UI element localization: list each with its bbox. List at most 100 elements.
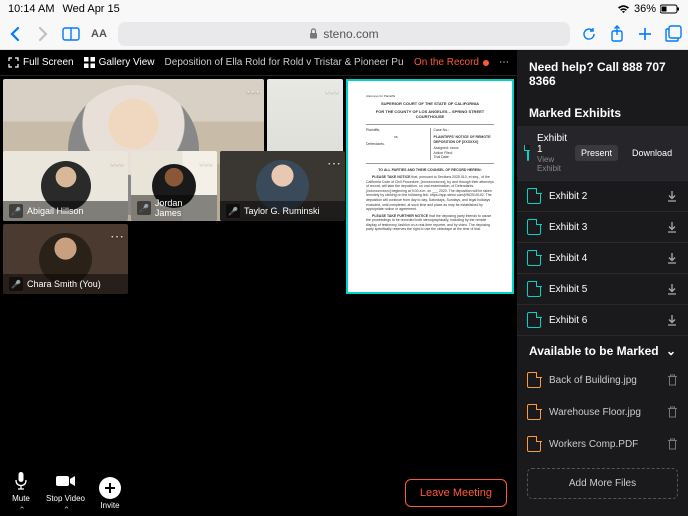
available-header[interactable]: Available to be Marked⌄	[517, 336, 688, 364]
wifi-icon	[617, 4, 630, 14]
mic-icon: 🎤	[226, 204, 240, 218]
fullscreen-button[interactable]: Full Screen	[8, 57, 74, 68]
back-button[interactable]	[6, 25, 24, 43]
exhibits-sidebar: Need help? Call 888 707 8366 Marked Exhi…	[517, 50, 688, 516]
shared-document-tile[interactable]: Attorneys for Plaintiffs SUPERIOR COURT …	[346, 79, 514, 294]
tile-more-button[interactable]: ⋯	[246, 83, 260, 100]
exhibit-name: Exhibit 6	[549, 315, 658, 326]
tile-more-button[interactable]: ⋯	[325, 83, 339, 100]
doc-caption: PLAINTIFFS' NOTICE OF REMOTE DEPOSITION …	[434, 135, 495, 144]
file-name: Workers Comp.PDF	[549, 439, 659, 450]
tile-more-button[interactable]: ⋯	[110, 155, 124, 172]
ipad-status-bar: 10:14 AM Wed Apr 15 36%	[0, 0, 688, 18]
reload-button[interactable]	[580, 25, 598, 43]
download-icon[interactable]	[666, 314, 678, 326]
reader-button[interactable]: AA	[90, 25, 108, 43]
invite-button[interactable]: Invite	[99, 477, 121, 510]
add-more-files-button[interactable]: Add More Files	[527, 468, 678, 499]
exhibit-item[interactable]: Exhibit 4	[517, 243, 688, 274]
mute-button[interactable]: Mute⌃	[10, 470, 32, 516]
exhibit-item[interactable]: Exhibit 5	[517, 274, 688, 305]
status-date: Wed Apr 15	[62, 3, 119, 15]
battery-icon	[660, 4, 680, 14]
file-icon	[527, 404, 541, 420]
file-icon	[527, 281, 541, 297]
trash-icon[interactable]	[667, 406, 678, 418]
stop-video-label: Stop Video	[46, 494, 85, 503]
invite-label: Invite	[100, 501, 119, 510]
download-icon[interactable]	[666, 252, 678, 264]
bookmarks-button[interactable]	[62, 25, 80, 43]
video-conference-main: Full Screen Gallery View Deposition of E…	[0, 50, 517, 516]
tile-more-button[interactable]: ⋯	[327, 155, 341, 172]
new-tab-button[interactable]	[636, 25, 654, 43]
video-tile-self[interactable]: ⋯ 🎤 Chara Smith (You)	[3, 224, 128, 294]
participant-name: Taylor G. Ruminski	[244, 206, 320, 216]
doc-notice: PLEASE TAKE NOTICE	[372, 175, 410, 179]
tile-more-button[interactable]: ⋯	[199, 155, 213, 172]
video-grid: ⋯ Deponent Ella Rold ⋯ Defending A… Dyla…	[0, 76, 517, 470]
video-tile[interactable]: ⋯ 🎤Abigail Hillson	[3, 151, 128, 221]
tile-more-button[interactable]: ⋯	[110, 228, 124, 245]
video-icon	[55, 470, 77, 492]
file-name: Back of Building.jpg	[549, 375, 659, 386]
download-icon[interactable]	[666, 190, 678, 202]
file-icon	[527, 188, 541, 204]
fullscreen-label: Full Screen	[23, 57, 74, 68]
exhibit-sublabel: View Exhibit	[537, 155, 567, 173]
stop-video-button[interactable]: Stop Video⌃	[46, 470, 85, 516]
conference-top-bar: Full Screen Gallery View Deposition of E…	[0, 50, 517, 76]
conference-controls: Mute⌃ Stop Video⌃ Invite Leave Meeting	[0, 470, 517, 516]
lock-icon	[309, 28, 318, 39]
exhibit-item[interactable]: Exhibit 3	[517, 212, 688, 243]
tabs-button[interactable]	[664, 25, 682, 43]
exhibit-item[interactable]: Exhibit 2	[517, 181, 688, 212]
mic-icon: 🎤	[9, 204, 23, 218]
file-icon	[527, 250, 541, 266]
browser-toolbar: AA steno.com	[0, 18, 688, 50]
on-record-indicator: On the Record	[414, 57, 489, 68]
file-item[interactable]: Workers Comp.PDF	[517, 428, 688, 460]
video-tile[interactable]: ⋯ 🎤 Taylor G. Ruminski	[220, 151, 345, 221]
doc-court-line1: SUPERIOR COURT OF THE STATE OF CALIFORNI…	[366, 101, 494, 106]
url-bar[interactable]: steno.com	[118, 22, 570, 46]
exhibit-item[interactable]: Exhibit 1 View Exhibit Present Download	[517, 126, 688, 181]
file-name: Warehouse Floor.jpg	[549, 407, 659, 418]
case-title: Deposition of Ella Rold for Rold v Trist…	[165, 57, 404, 68]
exhibit-name: Exhibit 1	[537, 133, 567, 155]
grid-icon	[84, 57, 95, 68]
gallery-view-button[interactable]: Gallery View	[84, 57, 155, 68]
participant-name: Chara Smith (You)	[27, 279, 101, 289]
marked-exhibits-header: Marked Exhibits	[517, 98, 688, 126]
download-icon[interactable]	[666, 221, 678, 233]
download-icon[interactable]	[666, 283, 678, 295]
share-button[interactable]	[608, 25, 626, 43]
help-text: Need help? Call 888 707 8366	[517, 50, 688, 98]
mic-icon: 🎤	[9, 277, 23, 291]
leave-meeting-button[interactable]: Leave Meeting	[405, 479, 507, 507]
plus-icon	[99, 477, 121, 499]
file-item[interactable]: Warehouse Floor.jpg	[517, 396, 688, 428]
mic-icon	[10, 470, 32, 492]
exhibit-item[interactable]: Exhibit 6	[517, 305, 688, 336]
fullscreen-icon	[8, 57, 19, 68]
chevron-down-icon: ⌄	[666, 344, 676, 358]
record-label: On the Record	[414, 57, 479, 68]
mic-icon: 🎤	[137, 201, 151, 215]
record-dot-icon	[483, 60, 489, 66]
file-item[interactable]: Back of Building.jpg	[517, 364, 688, 396]
video-tile[interactable]: ⋯ 🎤Jordan James	[131, 151, 217, 221]
file-icon	[527, 219, 541, 235]
exhibit-name: Exhibit 3	[549, 222, 658, 233]
file-icon	[527, 436, 541, 452]
battery-percent: 36%	[634, 3, 656, 15]
url-text: steno.com	[323, 27, 378, 41]
forward-button[interactable]	[34, 25, 52, 43]
topbar-more-button[interactable]: ⋯	[499, 57, 509, 68]
trash-icon[interactable]	[667, 438, 678, 450]
file-icon	[527, 145, 529, 161]
present-button[interactable]: Present	[575, 145, 618, 161]
file-icon	[527, 312, 541, 328]
download-button[interactable]: Download	[626, 145, 678, 161]
trash-icon[interactable]	[667, 374, 678, 386]
